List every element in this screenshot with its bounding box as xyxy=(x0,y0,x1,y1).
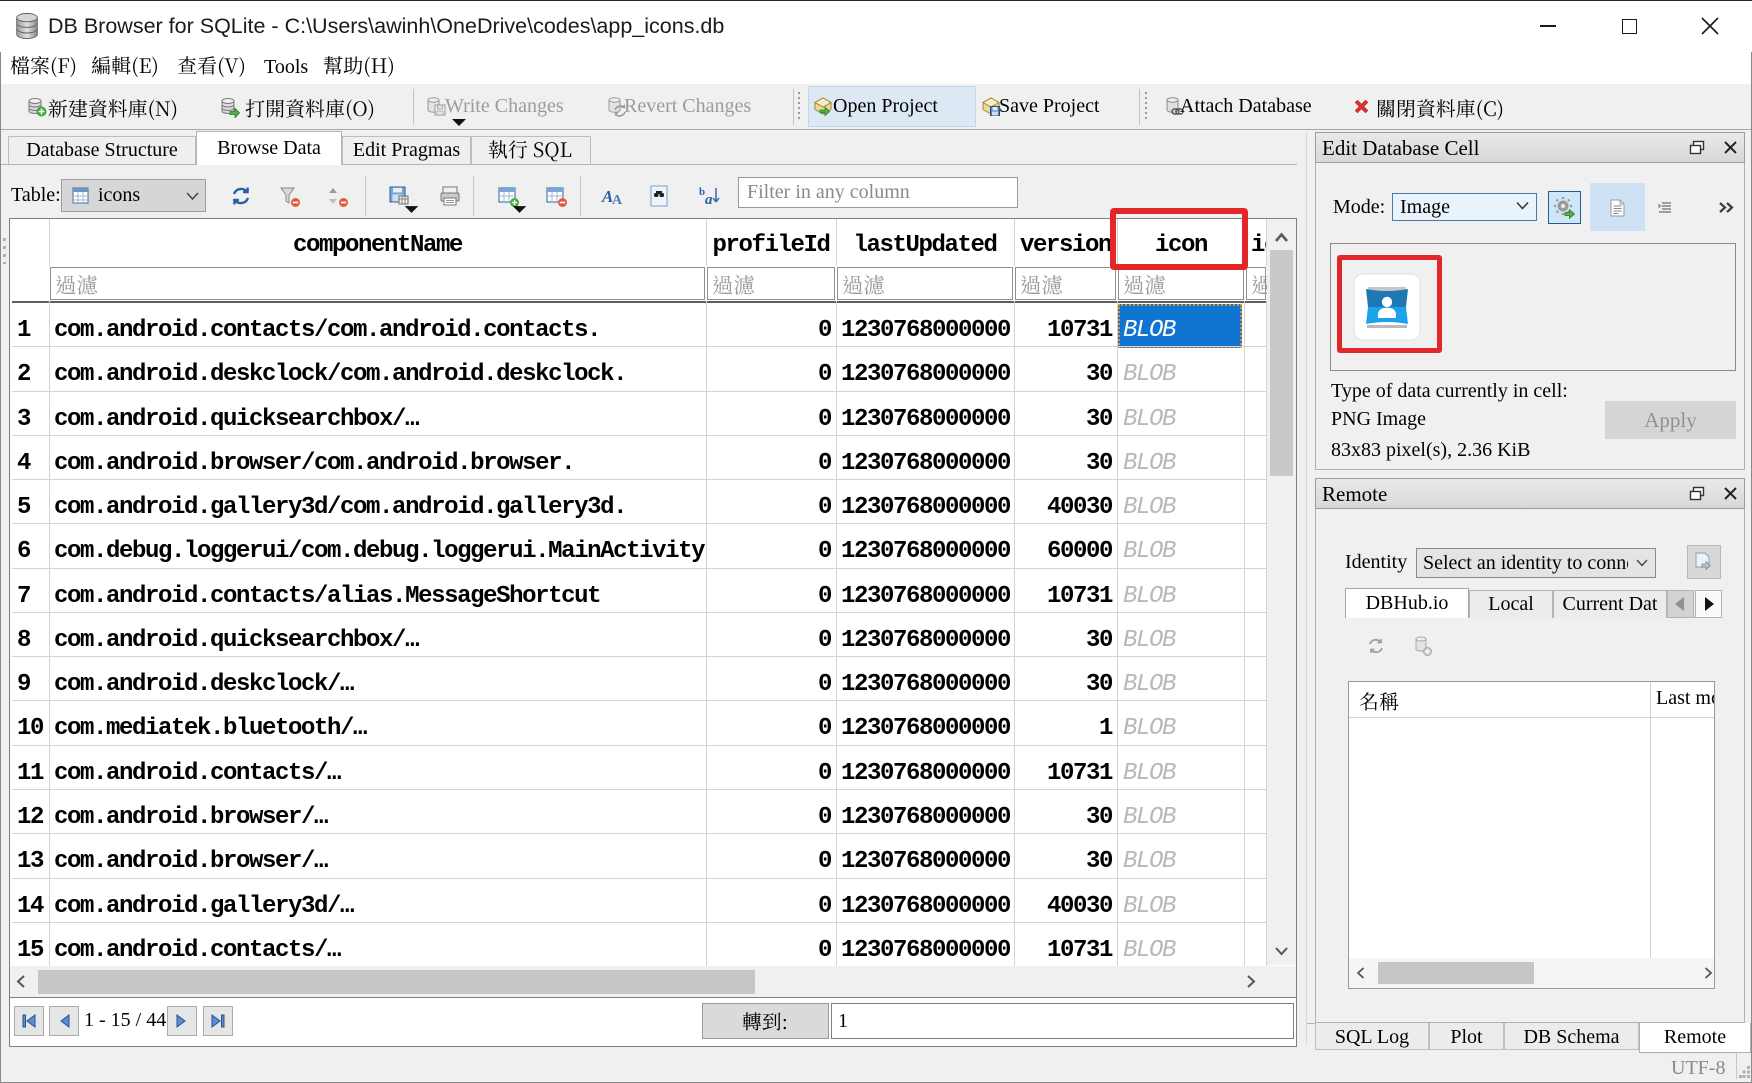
svg-text:A: A xyxy=(612,193,623,208)
svg-text:a: a xyxy=(705,192,713,208)
